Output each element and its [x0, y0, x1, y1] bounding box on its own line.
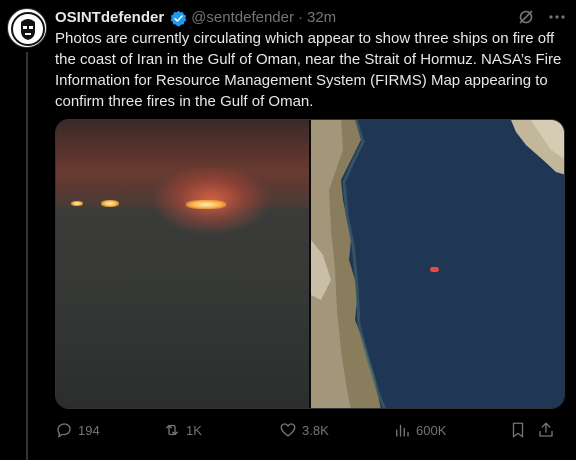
firms-map-photo[interactable] [311, 120, 564, 408]
bookmark-button[interactable] [509, 421, 537, 439]
reply-count: 194 [78, 422, 100, 438]
handle[interactable]: @sentdefender [191, 8, 294, 28]
repost-count: 1K [186, 422, 202, 438]
like-count: 3.8K [302, 422, 329, 438]
tweet-header: OSINTdefender @sentdefender · 32m [55, 8, 564, 28]
fire-flame [71, 201, 83, 206]
more-icon[interactable] [548, 9, 566, 30]
repost-icon [166, 424, 178, 436]
reply-button[interactable]: 194 [55, 421, 163, 439]
header-actions [518, 9, 566, 30]
verified-badge-icon [170, 10, 187, 27]
share-icon [539, 422, 553, 437]
views-button[interactable]: 600K [393, 421, 509, 439]
timestamp[interactable]: 32m [307, 8, 336, 28]
avatar[interactable] [7, 8, 47, 48]
separator: · [297, 9, 303, 26]
fire-flame [101, 200, 119, 207]
fire-marker [430, 267, 439, 272]
bookmark-icon [512, 422, 524, 438]
fire-flame [186, 200, 226, 209]
grok-icon[interactable] [518, 9, 534, 30]
heart-icon [280, 423, 296, 437]
repost-button[interactable]: 1K [163, 421, 279, 439]
like-button[interactable]: 3.8K [279, 421, 393, 439]
views-count: 600K [416, 422, 447, 438]
share-button[interactable] [537, 421, 561, 439]
thread-line [26, 52, 28, 460]
display-name[interactable]: OSINTdefender [55, 8, 164, 28]
tweet-actions: 194 1K 3.8K 600K [55, 420, 565, 440]
reply-icon [57, 423, 71, 438]
ships-on-fire-photo[interactable] [56, 120, 309, 408]
tweet: OSINTdefender @sentdefender · 32m Photos [0, 0, 576, 460]
tweet-media[interactable] [55, 119, 565, 409]
views-icon [396, 424, 409, 437]
tweet-text: Photos are currently circulating which a… [55, 30, 562, 110]
